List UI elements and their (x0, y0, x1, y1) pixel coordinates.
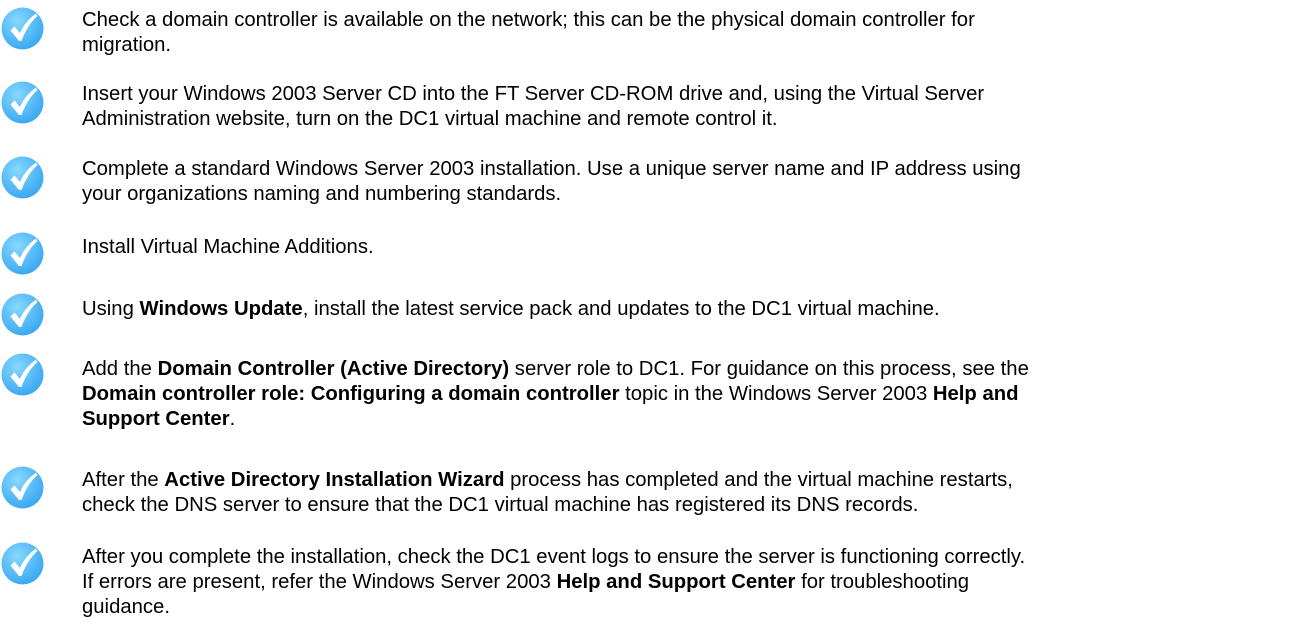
bold-term: Support Center (82, 408, 230, 430)
item-text-line: Check a domain controller is available o… (82, 8, 1297, 33)
item-text: Add the Domain Controller (Active Direct… (82, 357, 1297, 432)
bold-term: Help and Support Center (556, 571, 796, 593)
checkmark-icon (0, 6, 45, 51)
text-run: server role to DC1. For guidance on this… (509, 358, 1029, 380)
text-run: your organizations naming and numbering … (82, 183, 562, 205)
item-text-line: If errors are present, refer the Windows… (82, 570, 1297, 595)
item-text: Complete a standard Windows Server 2003 … (82, 157, 1297, 207)
checkmark-icon (0, 352, 45, 397)
text-run: Check a domain controller is available o… (82, 9, 975, 31)
checkmark-icon (0, 465, 45, 510)
text-run: After the (82, 469, 165, 491)
text-run: Using (82, 298, 140, 320)
checkmark-icon (0, 80, 45, 125)
item-text: Insert your Windows 2003 Server CD into … (82, 82, 1297, 132)
checkmark-icon (0, 292, 45, 337)
item-text: Using Windows Update, install the latest… (82, 297, 1297, 322)
text-run: Administration website, turn on the DC1 … (82, 108, 778, 130)
item-text-line: migration. (82, 33, 1297, 58)
item-text-line: Administration website, turn on the DC1 … (82, 107, 1297, 132)
item-text-line: Insert your Windows 2003 Server CD into … (82, 82, 1297, 107)
installation-checklist: Check a domain controller is available o… (0, 0, 1306, 637)
bold-term: Domain controller role: Configuring a do… (82, 383, 620, 405)
checkmark-icon (0, 155, 45, 200)
text-run: Install Virtual Machine Additions. (82, 236, 374, 258)
item-text-line: Complete a standard Windows Server 2003 … (82, 157, 1297, 182)
bold-term: Active Directory Installation Wizard (164, 469, 505, 491)
text-run: . (229, 408, 236, 430)
item-text-line: Support Center. (82, 407, 1297, 432)
item-text-line: Install Virtual Machine Additions. (82, 235, 1297, 260)
text-run: Add the (82, 358, 158, 380)
text-run: topic in the Windows Server 2003 (619, 383, 933, 405)
text-run: If errors are present, refer the Windows… (82, 571, 557, 593)
item-text-line: guidance. (82, 595, 1297, 620)
item-text-line: After the Active Directory Installation … (82, 468, 1297, 493)
item-text: Check a domain controller is available o… (82, 8, 1297, 58)
text-run: After you complete the installation, che… (82, 546, 1026, 568)
item-text: After you complete the installation, che… (82, 545, 1297, 620)
item-text: After the Active Directory Installation … (82, 468, 1297, 518)
text-run: Insert your Windows 2003 Server CD into … (82, 83, 985, 105)
checkmark-icon (0, 231, 45, 276)
item-text-line: check the DNS server to ensure that the … (82, 493, 1297, 518)
text-run: guidance. (82, 596, 170, 618)
item-text: Install Virtual Machine Additions. (82, 235, 1297, 260)
item-text-line: After you complete the installation, che… (82, 545, 1297, 570)
item-text-line: Domain controller role: Configuring a do… (82, 382, 1297, 407)
item-text-line: Using Windows Update, install the latest… (82, 297, 1297, 322)
bold-term: Domain Controller (Active Directory) (157, 358, 510, 380)
text-run: Complete a standard Windows Server 2003 … (82, 158, 1021, 180)
text-run: migration. (82, 34, 172, 56)
text-run: , install the latest service pack and up… (302, 298, 940, 320)
text-run: check the DNS server to ensure that the … (82, 494, 919, 516)
text-run: process has completed and the virtual ma… (504, 469, 1013, 491)
bold-term: Help and (932, 383, 1019, 405)
text-run: for troubleshooting (795, 571, 970, 593)
item-text-line: your organizations naming and numbering … (82, 182, 1297, 207)
checkmark-icon (0, 541, 45, 586)
bold-term: Windows Update (139, 298, 303, 320)
item-text-line: Add the Domain Controller (Active Direct… (82, 357, 1297, 382)
